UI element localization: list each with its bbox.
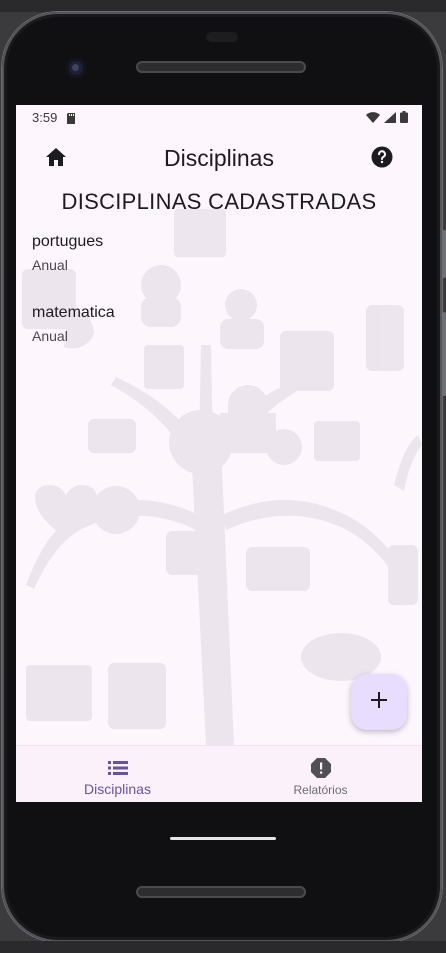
top-speaker	[136, 61, 306, 73]
nav-label: Disciplinas	[84, 781, 151, 797]
discipline-period: Anual	[32, 257, 68, 273]
window-bottom-strip	[0, 941, 446, 953]
front-camera	[66, 58, 86, 78]
report-icon	[309, 756, 333, 780]
volume-button	[442, 312, 446, 396]
nav-label: Relatórios	[293, 783, 348, 797]
signal-icon	[384, 111, 396, 126]
add-icon	[371, 691, 387, 713]
status-time: 3:59	[32, 110, 58, 125]
bottom-speaker	[136, 886, 306, 898]
list-item[interactable]: matematica Anual	[16, 300, 422, 371]
app-bar: Disciplinas	[16, 129, 422, 185]
discipline-name: matematica	[32, 304, 115, 321]
status-icons	[366, 111, 408, 126]
bottom-navigation: Disciplinas Relatórios	[16, 745, 422, 802]
earpiece	[206, 32, 238, 42]
gesture-bar[interactable]	[170, 837, 276, 840]
app-screen: 3:59 Disciplinas DISCIPLINAS CADASTRADAS…	[16, 105, 422, 802]
nav-item-disciplinas[interactable]: Disciplinas	[16, 746, 219, 802]
add-discipline-button[interactable]	[351, 674, 407, 730]
discipline-period: Anual	[32, 328, 68, 344]
battery-icon	[400, 111, 408, 126]
power-button	[442, 230, 446, 278]
page-heading: DISCIPLINAS CADASTRADAS	[61, 189, 377, 214]
sd-card-icon	[66, 112, 76, 127]
app-title: Disciplinas	[164, 145, 274, 171]
help-icon[interactable]	[366, 141, 398, 173]
nav-item-relatorios[interactable]: Relatórios	[219, 746, 422, 802]
list-icon	[106, 756, 130, 780]
disciplines-list: portugues Anual matematica Anual	[16, 229, 422, 371]
window-top-strip	[0, 0, 446, 12]
list-item[interactable]: portugues Anual	[16, 229, 422, 300]
wifi-icon	[366, 111, 380, 126]
discipline-name: portugues	[32, 233, 104, 250]
status-bar: 3:59	[16, 105, 422, 129]
